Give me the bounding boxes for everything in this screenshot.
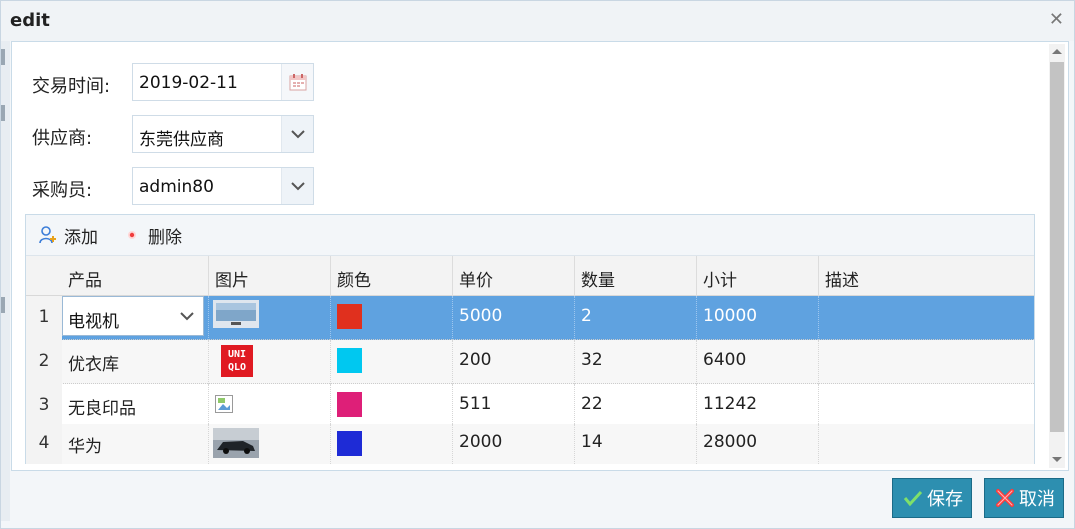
description-cell <box>819 424 1034 464</box>
product-cell: 无良印品 <box>62 384 209 428</box>
add-label: 添加 <box>64 227 98 248</box>
image-cell <box>209 424 331 464</box>
left-edge <box>1 41 10 521</box>
supplier-select[interactable]: 东莞供应商 <box>132 115 314 153</box>
product-cell: 华为 <box>62 424 209 464</box>
edit-dialog: edit ✕ 交易时间: 2019-02-11 供应商: 东莞供应商 采购员: … <box>0 0 1075 529</box>
column-header-price[interactable]: 单价 <box>453 256 575 296</box>
column-header-quantity[interactable]: 数量 <box>575 256 697 296</box>
dialog-footer: 保存 取消 <box>1 472 1074 528</box>
column-header-description[interactable]: 描述 <box>819 256 1034 296</box>
table-row[interactable]: 4 华为 2000 14 28000 <box>26 424 1034 464</box>
chevron-down-icon <box>290 130 305 139</box>
row-number: 1 <box>26 296 62 340</box>
color-cell <box>331 384 453 428</box>
calendar-button[interactable] <box>281 64 313 100</box>
product-cell: 优衣库 <box>62 340 209 384</box>
row-number: 3 <box>26 384 62 428</box>
image-cell <box>209 296 331 340</box>
quantity-cell: 2 <box>575 296 697 340</box>
image-cell <box>209 384 331 428</box>
table-row[interactable]: 3 无良印品 511 22 11242 <box>26 384 1034 428</box>
color-cell <box>331 424 453 464</box>
title-bar: edit ✕ <box>1 1 1074 41</box>
table-row[interactable]: 1 电视机 5000 2 10000 <box>26 296 1034 340</box>
description-cell <box>819 296 1034 340</box>
dialog-title: edit <box>10 10 50 31</box>
tv-image <box>213 300 259 328</box>
column-header-subtotal[interactable]: 小计 <box>697 256 819 296</box>
scroll-up-icon[interactable] <box>1052 49 1062 54</box>
buyer-label: 采购员: <box>32 180 93 201</box>
checkmark-icon <box>903 490 923 507</box>
delete-icon <box>128 231 136 239</box>
subtotal-cell: 11242 <box>697 384 819 428</box>
color-cell <box>331 340 453 384</box>
color-swatch <box>337 431 362 456</box>
quantity-cell: 22 <box>575 384 697 428</box>
product-select[interactable]: 电视机 <box>62 296 204 336</box>
grid-header: 产品 图片 颜色 单价 数量 小计 描述 <box>26 256 1034 296</box>
cancel-label: 取消 <box>1019 489 1055 510</box>
quantity-cell: 14 <box>575 424 697 464</box>
datagrid: 添加 删除 产品 图片 颜色 单价 数量 小计 描述 1 电视机 5000 2 … <box>25 214 1035 464</box>
color-swatch <box>337 348 362 373</box>
scroll-down-icon[interactable] <box>1052 457 1062 462</box>
description-cell <box>819 340 1034 384</box>
table-row[interactable]: 2 优衣库 UNI QLO 200 32 6400 <box>26 340 1034 384</box>
price-cell: 511 <box>453 384 575 428</box>
vertical-scrollbar[interactable] <box>1049 44 1065 468</box>
uniqlo-logo: UNI QLO <box>221 345 253 377</box>
buyer-value: admin80 <box>139 177 214 197</box>
rownum-header <box>26 256 62 296</box>
calendar-icon <box>289 74 306 91</box>
color-swatch <box>337 304 362 329</box>
subtotal-cell: 28000 <box>697 424 819 464</box>
row-number: 2 <box>26 340 62 384</box>
column-header-color[interactable]: 颜色 <box>331 256 453 296</box>
chevron-down-icon <box>180 312 194 321</box>
car-image <box>213 428 259 458</box>
color-swatch <box>337 392 362 417</box>
price-cell: 5000 <box>453 296 575 340</box>
save-label: 保存 <box>927 489 963 510</box>
description-cell <box>819 384 1034 428</box>
subtotal-cell: 10000 <box>697 296 819 340</box>
supplier-label: 供应商: <box>32 128 93 149</box>
date-value: 2019-02-11 <box>139 73 238 93</box>
scroll-thumb[interactable] <box>1050 62 1064 432</box>
broken-image-icon <box>215 395 233 413</box>
delete-button[interactable]: 删除 <box>122 223 182 248</box>
buyer-select[interactable]: admin80 <box>132 167 314 205</box>
add-user-icon <box>39 226 56 244</box>
column-header-product[interactable]: 产品 <box>62 256 209 296</box>
date-label: 交易时间: <box>32 76 111 97</box>
add-button[interactable]: 添加 <box>38 223 98 248</box>
buyer-dropdown-button[interactable] <box>281 168 313 204</box>
subtotal-cell: 6400 <box>697 340 819 384</box>
price-cell: 200 <box>453 340 575 384</box>
image-cell: UNI QLO <box>209 340 331 384</box>
product-cell[interactable]: 电视机 <box>62 296 209 340</box>
row-number: 4 <box>26 424 62 464</box>
color-cell <box>331 296 453 340</box>
chevron-down-icon <box>290 182 305 191</box>
cancel-button[interactable]: 取消 <box>984 478 1064 518</box>
close-icon[interactable]: ✕ <box>1049 9 1064 30</box>
supplier-value: 东莞供应商 <box>139 130 224 150</box>
quantity-cell: 32 <box>575 340 697 384</box>
column-header-image[interactable]: 图片 <box>209 256 331 296</box>
dialog-body: 交易时间: 2019-02-11 供应商: 东莞供应商 采购员: admin80… <box>11 41 1069 471</box>
cross-icon <box>996 489 1014 507</box>
delete-label: 删除 <box>148 227 182 248</box>
date-field[interactable]: 2019-02-11 <box>132 63 314 101</box>
product-dropdown-button[interactable] <box>171 297 203 335</box>
save-button[interactable]: 保存 <box>892 478 972 518</box>
grid-toolbar: 添加 删除 <box>26 215 1034 256</box>
price-cell: 2000 <box>453 424 575 464</box>
supplier-dropdown-button[interactable] <box>281 116 313 152</box>
product-value: 电视机 <box>68 312 119 332</box>
